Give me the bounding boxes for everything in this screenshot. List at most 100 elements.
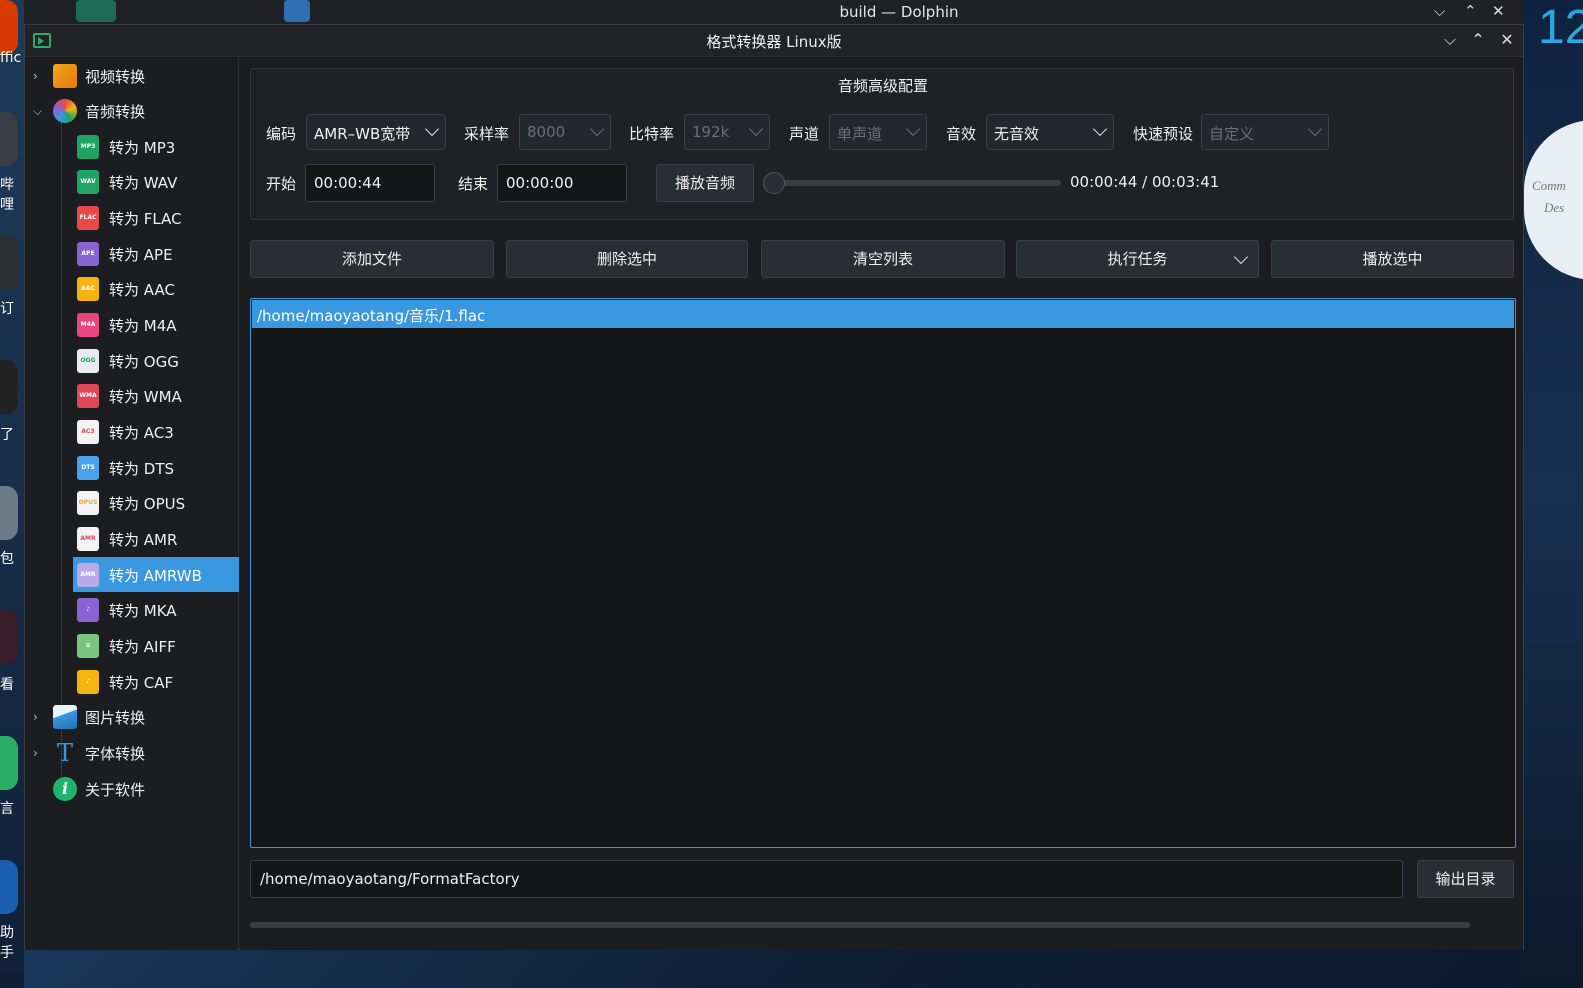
end-time-input[interactable]: 00:00:00: [497, 164, 627, 202]
dock-label: 哔哩: [0, 177, 14, 213]
preset-value: 自定义: [1209, 125, 1255, 143]
tree-item-mka[interactable]: ♪ 转为 MKA: [25, 592, 239, 627]
tree-item-caf[interactable]: ♪ 转为 CAF: [25, 664, 239, 699]
play-selected-button[interactable]: 播放选中: [1271, 240, 1514, 278]
tree-item-label: 转为 AIFF: [109, 638, 176, 656]
add-file-button[interactable]: 添加文件: [250, 240, 494, 278]
chevron-right-icon[interactable]: ›: [33, 747, 45, 759]
effect-label: 音效: [946, 125, 977, 143]
tree-item-label: 视频转换: [85, 68, 146, 86]
clock-text: Comm: [1532, 178, 1566, 193]
tree-item-font[interactable]: › T 字体转换: [25, 735, 239, 770]
tree-item-aiff[interactable]: ≡ 转为 AIFF: [25, 628, 239, 663]
tree-item-m4a[interactable]: M4A 转为 M4A: [25, 307, 239, 342]
dock-label: ffic: [0, 50, 22, 66]
ape-file-icon: APE: [77, 242, 99, 266]
tree-item-label: 转为 AMR: [109, 531, 178, 549]
effect-select[interactable]: 无音效: [986, 114, 1114, 150]
effect-value: 无音效: [994, 125, 1040, 143]
maximize-icon[interactable]: ⌃: [1464, 2, 1477, 20]
tree-item-label: 关于软件: [85, 781, 146, 799]
avatar-app-icon[interactable]: [0, 486, 18, 540]
dock-app-icon[interactable]: [0, 610, 18, 664]
end-time-value: 00:00:00: [506, 174, 574, 192]
tree-item-aac[interactable]: AAC 转为 AAC: [25, 271, 239, 306]
delete-selected-button[interactable]: 删除选中: [506, 240, 748, 278]
channel-select[interactable]: 单声道: [829, 114, 927, 150]
aac-file-icon: AAC: [77, 277, 99, 301]
execute-task-button[interactable]: 执行任务: [1016, 240, 1259, 278]
close-icon[interactable]: ✕: [1492, 2, 1505, 20]
samplerate-label: 采样率: [464, 125, 510, 143]
preset-label: 快速预设: [1133, 125, 1194, 143]
bitrate-select[interactable]: 192k: [684, 114, 770, 150]
list-item[interactable]: /home/maoyaotang/音乐/1.flac: [252, 300, 1514, 328]
tree-item-about[interactable]: i 关于软件: [25, 771, 239, 806]
tree-item-audio[interactable]: ⌵ 音频转换: [25, 93, 239, 128]
image-convert-icon: [53, 705, 77, 729]
close-icon[interactable]: ✕: [1496, 29, 1518, 51]
file-list[interactable]: /home/maoyaotang/音乐/1.flac: [250, 298, 1516, 848]
tree-item-dts[interactable]: DTS 转为 DTS: [25, 450, 239, 485]
start-time-value: 00:00:44: [314, 174, 382, 192]
output-directory-button[interactable]: 输出目录: [1417, 860, 1514, 898]
tree-item-label: 转为 APE: [109, 246, 173, 264]
chevron-down-icon[interactable]: [1233, 249, 1249, 265]
video-convert-icon: [53, 64, 77, 88]
tree-item-wma[interactable]: WMA 转为 WMA: [25, 378, 239, 413]
dock-app-icon[interactable]: [0, 236, 18, 290]
maximize-icon[interactable]: ⌃: [1467, 29, 1489, 51]
preset-select[interactable]: 自定义: [1201, 114, 1329, 150]
start-time-input[interactable]: 00:00:44: [305, 164, 435, 202]
amr-file-icon: AMR: [77, 527, 99, 551]
dock-label: 看: [0, 677, 14, 693]
qq-app-icon[interactable]: [0, 360, 18, 414]
tree-item-label: 转为 FLAC: [109, 210, 182, 228]
output-path-input[interactable]: /home/maoyaotang/FormatFactory: [250, 860, 1403, 898]
chevron-down-icon: [905, 121, 921, 137]
ac3-file-icon: AC3: [77, 420, 99, 444]
dock-label: 包: [0, 551, 14, 567]
tree-item-ape[interactable]: APE 转为 APE: [25, 236, 239, 271]
playback-slider[interactable]: [773, 180, 1061, 186]
minimize-icon[interactable]: ⌵: [1439, 29, 1461, 51]
tree-item-video[interactable]: › 视频转换: [25, 58, 239, 93]
playback-time: 00:00:44 / 00:03:41: [1070, 173, 1220, 191]
chevron-down-icon: [1092, 121, 1108, 137]
samplerate-value: 8000: [527, 123, 566, 141]
bitrate-label: 比特率: [629, 125, 675, 143]
tree-item-ac3[interactable]: AC3 转为 AC3: [25, 414, 239, 449]
wechat-app-icon[interactable]: [0, 736, 18, 790]
mp3-file-icon: MP3: [77, 135, 99, 159]
bilibili-app-icon[interactable]: [0, 112, 18, 166]
codec-select[interactable]: AMR–WB宽带: [306, 114, 446, 150]
tree-item-opus[interactable]: OPUS 转为 OPUS: [25, 485, 239, 520]
channel-label: 声道: [789, 125, 820, 143]
dock-label: 了: [0, 427, 14, 443]
clear-list-button[interactable]: 清空列表: [761, 240, 1005, 278]
m4a-file-icon: M4A: [77, 313, 99, 337]
office-app-icon[interactable]: [0, 0, 18, 54]
tree-item-label: 转为 AC3: [109, 424, 174, 442]
dolphin-titlebar[interactable]: build — Dolphin ⌵ ⌃ ✕: [24, 0, 1524, 24]
chevron-right-icon[interactable]: ›: [33, 70, 45, 82]
samplerate-select[interactable]: 8000: [519, 114, 611, 150]
wav-file-icon: WAV: [77, 170, 99, 194]
tree-item-flac[interactable]: FLAC 转为 FLAC: [25, 200, 239, 235]
tree-item-wav[interactable]: WAV 转为 WAV: [25, 164, 239, 199]
minimize-icon[interactable]: ⌵: [1434, 2, 1445, 20]
chevron-right-icon[interactable]: ›: [33, 711, 45, 723]
playback-slider-handle[interactable]: [763, 172, 785, 194]
tree-item-label: 图片转换: [85, 709, 146, 727]
play-audio-button[interactable]: 播放音频: [656, 164, 754, 202]
chevron-down-icon[interactable]: ⌵: [33, 105, 45, 117]
assistant-app-icon[interactable]: [0, 860, 18, 914]
tree-item-label: 转为 MKA: [109, 602, 177, 620]
tree-item-ogg[interactable]: OGG 转为 OGG: [25, 343, 239, 378]
tree-item-mp3[interactable]: MP3 转为 MP3: [25, 129, 239, 164]
tree-item-amrwb[interactable]: AMR 转为 AMRWB: [73, 557, 239, 592]
tree-item-image[interactable]: › 图片转换: [25, 699, 239, 734]
dock-label: 言: [0, 801, 14, 817]
tree-item-amr[interactable]: AMR 转为 AMR: [25, 521, 239, 556]
window-titlebar[interactable]: 格式转换器 Linux版 ⌵ ⌃ ✕: [25, 25, 1523, 57]
